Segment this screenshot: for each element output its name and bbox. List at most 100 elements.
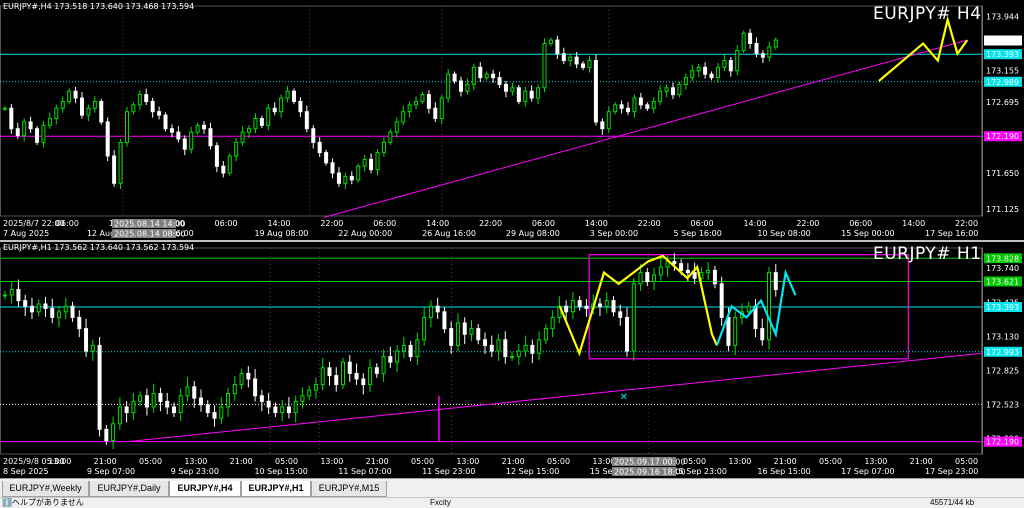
h1-candle-body-4 [29,305,34,313]
h1-candle-body-113 [767,272,772,341]
tab-eurjpy-h1[interactable]: EURJPY#,H1 [241,481,311,497]
h1-candle-body-41 [280,406,285,414]
chart-pane-h1[interactable]: ✕173.828173.740173.621173.435173.393173.… [0,242,1024,478]
h1-price-label-2: 173.621 [986,277,1019,286]
h1-candle-body-12 [84,328,89,352]
h4-candle-body-82 [529,90,534,99]
h4-price-label-8: 171.125 [986,205,1019,214]
h4-candle-body-25 [163,114,168,130]
h4-candle-body-5 [35,128,40,143]
h4-candle-body-112 [722,60,727,68]
h1-candle-body-27 [185,386,190,397]
h4-candle-body-4 [28,121,33,130]
h4-time-label-11: 14:00 [585,219,608,228]
h4-candle-body-0 [2,107,7,110]
h4-candle-body-104 [670,87,675,96]
h4-date-label-9: 10 Sep 08:00 [757,229,810,238]
h1-candle-body-32 [219,406,224,419]
h1-candle-body-14 [97,344,102,430]
h1-date-label-3: 10 Sep 15:00 [254,467,307,476]
h4-chart-svg[interactable]: 173.944 173.594 173.393 173.155 172.989 172.6… [0,0,1024,240]
h4-candle-body-89 [574,56,579,65]
h4-candle-body-33 [214,145,219,167]
h4-candle-body-21 [137,94,142,106]
h1-candle-body-8 [57,311,62,318]
h4-candle-body-113 [728,60,733,72]
tab-eurjpy-weekly[interactable]: EURJPY#,Weekly [2,481,89,497]
h4-candle-body-68 [439,97,444,120]
h1-date-label-1: 9 Sep 07:00 [87,467,135,476]
h1-candle-body-84 [570,300,575,313]
h4-date-label-10: 15 Sep 00:00 [841,229,894,238]
h1-candle-body-19 [131,400,136,414]
h1-candle-body-107 [726,316,731,346]
h1-time-label-15: 05:00 [683,457,706,466]
h4-candle-body-120 [773,39,778,48]
h4-time-label-5: 14:00 [267,219,290,228]
h4-candle-body-90 [581,63,586,68]
h4-candle-body-35 [227,155,232,174]
h4-time-label-14: 14:00 [743,219,766,228]
h4-candle-body-36 [234,141,239,157]
h4-candle-body-94 [606,111,611,130]
h1-candle-body-79 [537,339,542,354]
h1-time-label-20: 21:00 [910,457,933,466]
tab-eurjpy-daily[interactable]: EURJPY#,Daily [89,481,169,497]
h4-date-label-4: 22 Aug 00:00 [338,229,392,238]
h4-time-label-8: 14:00 [426,219,449,228]
h1-candle-body-18 [124,406,129,414]
chart-pane-h4[interactable]: 173.944 173.594 173.393 173.155 172.989 172.6… [0,0,1024,240]
h4-symbol-watermark: EURJPY# H4 [873,4,982,24]
h4-candle-body-51 [330,162,335,174]
h4-candle-body-87 [561,53,566,62]
h4-candle-body-117 [754,43,759,55]
h1-candle-body-62 [422,316,427,341]
h4-candle-body-30 [195,124,200,133]
h1-chart-svg[interactable]: ✕173.828173.740173.621173.435173.393173.… [0,242,1024,478]
h4-date-label-1: 12 Aug [87,229,115,238]
h1-price-label-6: 172.993 [986,348,1019,357]
h1-candle-body-81 [550,316,555,330]
h4-candle-body-83 [536,87,541,99]
h4-candle-body-73 [471,66,476,85]
h4-candle-body-98 [632,97,637,113]
h4-candle-body-60 [388,131,393,143]
h1-candle-body-3 [23,300,28,307]
h4-time-label-16: 06:00 [849,219,872,228]
h1-candle-body-100 [679,263,684,271]
h4-candle-body-46 [298,100,303,113]
h4-candle-body-20 [131,104,136,113]
h1-candle-body-105 [712,269,717,285]
h4-candle-body-23 [150,100,155,113]
h4-candle-body-96 [619,104,624,109]
h1-candle-body-70 [476,328,481,341]
h1-candle-body-29 [199,397,204,406]
h4-date-label-5: 26 Aug 16:00 [422,229,476,238]
h4-candle-body-38 [247,128,252,133]
h1-candle-body-9 [63,305,68,313]
h1-candle-body-16 [111,423,116,442]
h1-candle-body-43 [293,400,298,414]
h4-candle-body-11 [73,90,78,99]
h4-candle-body-16 [105,121,110,157]
h1-trendline [127,352,983,443]
h4-candle-body-8 [54,107,59,120]
h1-time-label-7: 13:00 [320,457,343,466]
h1-candle-body-55 [374,367,379,374]
h1-candle-body-33 [226,393,231,408]
h4-time-label-18: 22:00 [955,219,978,228]
h1-candle-body-21 [144,395,149,408]
h4-candle-body-39 [253,118,258,130]
h4-price-label-4: 172.989 [986,78,1019,87]
h1-time-label-1: 13:00 [48,457,71,466]
h1-candle-body-83 [564,305,569,313]
tab-eurjpy-h4[interactable]: EURJPY#,H4 [169,481,241,497]
h4-candle-body-49 [317,141,322,154]
h1-candle-body-37 [253,378,258,397]
h1-candle-body-78 [530,344,535,354]
tab-eurjpy-m15[interactable]: EURJPY#,M15 [311,481,387,497]
h4-candle-body-88 [568,56,573,62]
h4-candle-body-85 [548,39,553,44]
h1-candle-body-28 [192,386,197,399]
h1-candle-body-89 [604,300,609,307]
